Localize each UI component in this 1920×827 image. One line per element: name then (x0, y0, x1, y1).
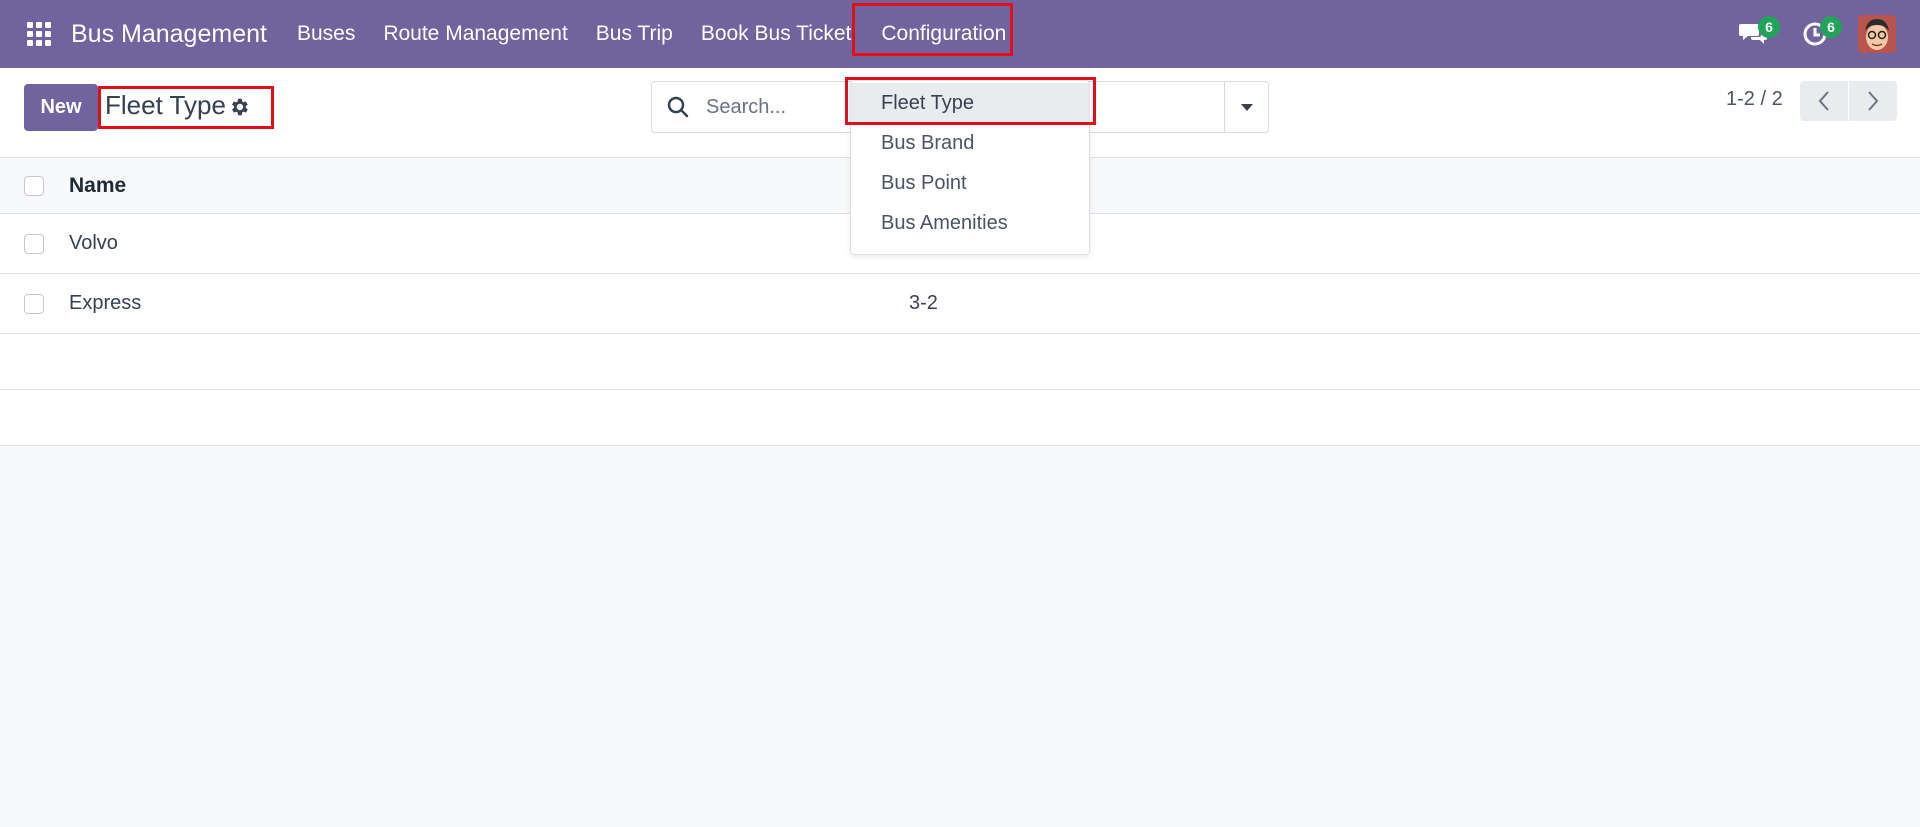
dropdown-item-bus-amenities[interactable]: Bus Amenities (851, 203, 1089, 243)
dropdown-item-bus-point[interactable]: Bus Point (851, 163, 1089, 203)
dropdown-item-bus-brand[interactable]: Bus Brand (851, 123, 1089, 163)
menu-configuration[interactable]: Configuration (867, 8, 1020, 60)
chat-icon[interactable]: 6 (1734, 14, 1780, 54)
empty-row (0, 334, 1920, 390)
top-navbar: Bus Management Buses Route Management Bu… (0, 0, 1920, 68)
pager-previous-button[interactable] (1800, 81, 1848, 121)
app-title[interactable]: Bus Management (71, 20, 267, 49)
pager-value[interactable]: 1-2 / 2 (1726, 88, 1783, 111)
row-checkbox[interactable] (24, 293, 44, 314)
messages-badge: 6 (1758, 16, 1780, 38)
chevron-right-icon (1868, 91, 1879, 111)
systray: 6 6 (1734, 0, 1920, 68)
avatar[interactable] (1858, 15, 1896, 53)
page-title: Fleet Type (105, 90, 226, 120)
menu-route-management[interactable]: Route Management (369, 8, 581, 60)
activities-badge: 6 (1820, 16, 1842, 38)
chevron-left-icon (1818, 91, 1829, 111)
gear-icon[interactable] (228, 96, 250, 118)
row-checkbox[interactable] (24, 233, 44, 254)
apps-grid-icon[interactable] (25, 20, 53, 48)
empty-row (0, 390, 1920, 446)
caret-down-icon (1240, 103, 1253, 111)
menu-book-bus-ticket[interactable]: Book Bus Ticket (687, 8, 866, 60)
new-button[interactable]: New (24, 84, 98, 131)
dropdown-item-fleet-type[interactable]: Fleet Type (851, 83, 1089, 123)
configuration-dropdown: Fleet Type Bus Brand Bus Point Bus Ameni… (850, 80, 1090, 255)
column-header-name[interactable]: Name (69, 174, 126, 198)
search-options-toggle[interactable] (1224, 82, 1268, 132)
row-layout: 3-2 (909, 292, 938, 314)
select-all-checkbox[interactable] (24, 175, 44, 196)
search-icon (666, 95, 690, 119)
menu-bus-trip[interactable]: Bus Trip (582, 8, 687, 60)
menu-buses[interactable]: Buses (283, 8, 369, 60)
row-name: Express (69, 292, 142, 314)
row-name: Volvo (69, 232, 118, 254)
table-row[interactable]: Express 3-2 (0, 274, 1920, 334)
clock-icon[interactable]: 6 (1796, 14, 1842, 54)
pager-next-button[interactable] (1849, 81, 1897, 121)
